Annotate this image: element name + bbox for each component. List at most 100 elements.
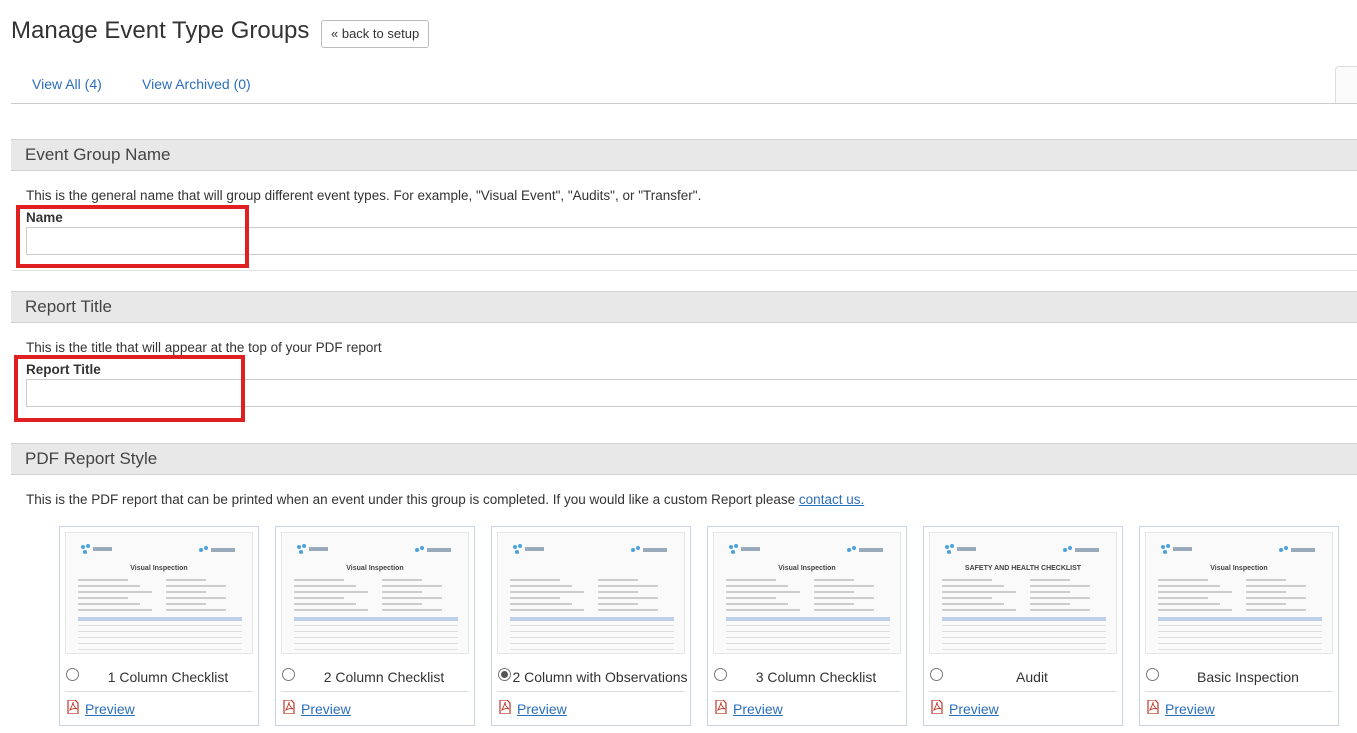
- report-text-line: [1246, 591, 1286, 593]
- report-text-line: [814, 597, 874, 599]
- tab-bar: View All (4) View Archived (0): [11, 64, 1357, 104]
- report-text-line: [942, 603, 1004, 605]
- report-text-line: [1246, 585, 1306, 587]
- report-text-line: [1030, 609, 1090, 611]
- report-table-row: [294, 637, 458, 638]
- tab-view-all[interactable]: View All (4): [32, 76, 102, 92]
- pdf-icon: [1147, 700, 1159, 714]
- report-text-line: [598, 603, 638, 605]
- report-logo: [846, 543, 886, 561]
- preview-link[interactable]: Preview: [517, 701, 567, 717]
- report-text-line: [382, 591, 422, 593]
- report-text-line: [1030, 603, 1070, 605]
- report-style-name: 2 Column Checklist: [323, 669, 445, 685]
- report-doc-title: SAFETY AND HEALTH CHECKLIST: [964, 565, 1082, 572]
- report-text-line: [294, 591, 368, 593]
- report-text-line: [942, 579, 992, 581]
- report-text-line: [78, 609, 152, 611]
- report-table-row: [510, 643, 674, 644]
- card-divider: [65, 691, 253, 692]
- report-table-row: [1158, 637, 1322, 638]
- contact-us-link[interactable]: contact us.: [799, 492, 864, 507]
- report-text-line: [1030, 591, 1070, 593]
- report-table-row: [294, 643, 458, 644]
- preview-link[interactable]: Preview: [85, 701, 135, 717]
- report-text-line: [382, 597, 442, 599]
- back-to-setup-button[interactable]: « back to setup: [321, 20, 430, 48]
- report-style-card[interactable]: Visual Inspection Basic Inspection Previ…: [1139, 526, 1339, 726]
- section-header-pdf-report-style: PDF Report Style: [11, 443, 1357, 475]
- report-style-card[interactable]: Visual Inspection 1 Column Checklist Pre…: [59, 526, 259, 726]
- tab-overflow-edge[interactable]: [1335, 66, 1357, 103]
- pdf-style-description: This is the PDF report that can be print…: [26, 492, 864, 507]
- report-text-line: [382, 609, 442, 611]
- report-table-header: [294, 617, 458, 621]
- report-table-row: [942, 637, 1106, 638]
- section-header-report-title: Report Title: [11, 291, 1357, 323]
- report-text-line: [294, 603, 356, 605]
- preview-link[interactable]: Preview: [301, 701, 351, 717]
- report-text-line: [814, 585, 874, 587]
- preview-link[interactable]: Preview: [733, 701, 783, 717]
- report-logo: [198, 543, 238, 561]
- pdf-icon: [283, 700, 295, 714]
- report-text-line: [1246, 603, 1286, 605]
- report-text-line: [598, 609, 658, 611]
- report-text-line: [166, 579, 206, 581]
- report-text-line: [294, 609, 368, 611]
- card-divider: [1145, 691, 1333, 692]
- report-logo: [630, 543, 670, 561]
- report-text-line: [598, 597, 658, 599]
- report-doc-title: Visual Inspection: [346, 565, 404, 572]
- report-title-description: This is the title that will appear at th…: [26, 340, 382, 355]
- report-text-line: [294, 585, 356, 587]
- report-text-line: [382, 579, 422, 581]
- card-divider: [929, 691, 1117, 692]
- report-text-line: [510, 591, 584, 593]
- report-style-card[interactable]: 2 Column with Observations Preview: [491, 526, 691, 726]
- report-logo: [1062, 543, 1102, 561]
- report-text-line: [78, 603, 140, 605]
- report-text-line: [1158, 585, 1220, 587]
- report-text-line: [1030, 585, 1090, 587]
- report-text-line: [814, 579, 854, 581]
- report-table-row: [726, 625, 890, 626]
- report-text-line: [942, 585, 1004, 587]
- report-text-line: [1030, 597, 1090, 599]
- report-text-line: [78, 585, 140, 587]
- section-header-event-group-name: Event Group Name: [11, 139, 1357, 171]
- report-table-row: [726, 637, 890, 638]
- preview-link[interactable]: Preview: [1165, 701, 1215, 717]
- report-text-line: [942, 591, 1016, 593]
- report-style-card[interactable]: SAFETY AND HEALTH CHECKLIST Audit Previe…: [923, 526, 1123, 726]
- preview-link[interactable]: Preview: [949, 701, 999, 717]
- report-table-header: [510, 617, 674, 621]
- report-text-line: [166, 609, 226, 611]
- report-text-line: [510, 609, 584, 611]
- report-text-line: [382, 603, 422, 605]
- report-text-line: [726, 579, 776, 581]
- report-table-row: [510, 625, 674, 626]
- report-table-row: [942, 625, 1106, 626]
- tab-view-archived[interactable]: View Archived (0): [142, 76, 251, 92]
- report-table-row: [78, 649, 242, 650]
- report-logo: [1278, 543, 1318, 561]
- report-text-line: [294, 597, 344, 599]
- report-style-card[interactable]: Visual Inspection 3 Column Checklist Pre…: [707, 526, 907, 726]
- report-text-line: [382, 585, 442, 587]
- report-style-card[interactable]: Visual Inspection 2 Column Checklist Pre…: [275, 526, 475, 726]
- report-table-row: [1158, 649, 1322, 650]
- report-table-row: [510, 631, 674, 632]
- report-logo: [414, 543, 454, 561]
- card-divider: [713, 691, 901, 692]
- report-table-row: [1158, 625, 1322, 626]
- report-style-name: 1 Column Checklist: [107, 669, 229, 685]
- report-text-line: [1246, 579, 1286, 581]
- report-table-row: [942, 631, 1106, 632]
- report-text-line: [726, 609, 800, 611]
- report-text-line: [1246, 597, 1306, 599]
- report-text-line: [1246, 609, 1306, 611]
- report-logo: [296, 543, 330, 562]
- report-table-header: [942, 617, 1106, 621]
- report-table-row: [510, 637, 674, 638]
